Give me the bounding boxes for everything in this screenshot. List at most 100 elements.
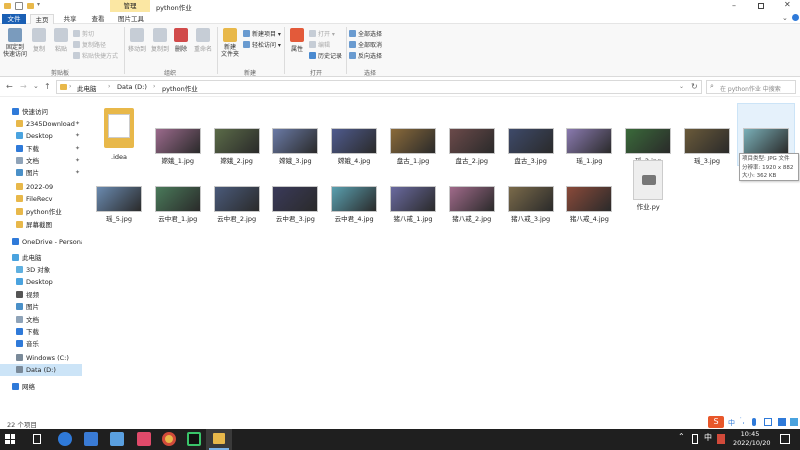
nav-item[interactable]: 图片 — [0, 301, 82, 313]
clock[interactable]: 10:45 2022/10/20 — [733, 430, 770, 448]
microphone-icon[interactable] — [752, 418, 756, 426]
file-item[interactable]: 盘古_3.jpg — [503, 104, 559, 165]
maximize-icon[interactable] — [758, 3, 764, 9]
file-item[interactable]: 瑶_2.jpg — [620, 104, 676, 165]
tab-file[interactable]: 文件 — [2, 14, 26, 24]
up-arrow-icon[interactable]: ↑ — [44, 82, 51, 91]
minimize-icon[interactable]: – — [732, 1, 736, 10]
breadcrumb-data-drive[interactable]: Data (D:) — [117, 83, 147, 91]
collab-app-icon[interactable] — [58, 432, 72, 446]
invert-selection-button[interactable]: 反向选择 — [349, 51, 382, 60]
file-item[interactable]: 瑶_5.jpg — [91, 162, 147, 223]
notification-icon[interactable] — [780, 434, 790, 444]
paste-shortcut-button[interactable]: 粘贴快捷方式 — [73, 51, 118, 60]
ime-skin-icon[interactable] — [778, 418, 786, 426]
tab-share[interactable]: 共享 — [58, 14, 82, 24]
nav-item[interactable]: 视频 — [0, 289, 82, 301]
nav-item[interactable]: Desktop — [0, 276, 82, 288]
select-none-button[interactable]: 全部取消 — [349, 40, 382, 49]
tab-picture-tools[interactable]: 图片工具 — [114, 14, 148, 24]
nav-item[interactable]: 音乐 — [0, 338, 82, 350]
breadcrumb-this-pc[interactable]: 此电脑 — [77, 83, 97, 93]
new-folder-icon[interactable] — [27, 3, 34, 9]
pycharm-icon[interactable] — [187, 432, 201, 446]
search-box[interactable]: ⌕ 在 python作业 中搜索 — [706, 80, 796, 94]
cut-button[interactable]: 剪切 — [73, 29, 94, 38]
copy-to-button[interactable]: 复制到 — [150, 28, 170, 53]
file-item[interactable]: .idea — [91, 104, 147, 161]
nav-item[interactable]: 图片 ✦ — [0, 167, 82, 179]
nav-item[interactable]: 文档 ✦ — [0, 155, 82, 167]
file-item[interactable]: 嫦娥_2.jpg — [209, 104, 265, 165]
checkbox-icon[interactable] — [15, 2, 23, 10]
start-icon[interactable] — [5, 434, 15, 444]
file-item[interactable]: 嫦娥_4.jpg — [326, 104, 382, 165]
task-view-icon[interactable] — [33, 434, 41, 444]
move-to-button[interactable]: 移动到 — [127, 28, 147, 53]
nav-item[interactable]: 2345Download ✦ — [0, 118, 82, 130]
breadcrumb-current-folder[interactable]: python作业 — [162, 83, 198, 93]
nav-item[interactable]: 屏幕截图 — [0, 219, 82, 231]
explorer-taskbar-button[interactable] — [206, 429, 232, 450]
nav-item[interactable]: Windows (C:) — [0, 352, 82, 364]
forward-arrow-icon[interactable]: → — [20, 82, 27, 91]
copy-path-button[interactable]: 复制路径 — [73, 40, 106, 49]
manage-context-tab[interactable]: 管理 — [110, 0, 150, 12]
nav-item[interactable]: Desktop ✦ — [0, 130, 82, 142]
security-app-icon[interactable] — [717, 434, 725, 444]
file-item[interactable]: 云中君_1.jpg — [150, 162, 206, 223]
properties-button[interactable]: 属性 — [287, 28, 307, 53]
music-app-icon[interactable] — [137, 432, 151, 446]
ime-punct-icon[interactable]: ˙, — [739, 417, 745, 425]
back-arrow-icon[interactable]: ← — [6, 82, 13, 91]
close-icon[interactable]: ✕ — [784, 0, 791, 9]
tray-ime-label[interactable]: 中 — [704, 432, 712, 443]
copy-button[interactable]: 复制 — [29, 28, 49, 53]
file-item[interactable]: 云中君_3.jpg — [267, 162, 323, 223]
ime-toolbox-icon[interactable] — [790, 418, 798, 426]
file-item[interactable]: 嫦娥_3.jpg — [267, 104, 323, 165]
easy-access-button[interactable]: 轻松访问 ▾ — [243, 40, 281, 49]
address-field[interactable]: › 此电脑 › Data (D:) › python作业 ⌄ ↻ — [56, 80, 702, 94]
quick-access-dropdown-icon[interactable]: ▾ — [37, 1, 40, 8]
nav-item[interactable]: 此电脑 — [0, 252, 82, 264]
nav-item[interactable]: FileRecv — [0, 193, 82, 205]
file-item[interactable]: 云中君_4.jpg — [326, 162, 382, 223]
file-item[interactable]: 云中君_2.jpg — [209, 162, 265, 223]
tab-home[interactable]: 主页 — [30, 14, 54, 24]
nav-item[interactable]: 文档 — [0, 314, 82, 326]
nav-item[interactable]: 2022-09 — [0, 181, 82, 193]
tab-view[interactable]: 查看 — [86, 14, 110, 24]
file-item[interactable]: 盘古_1.jpg — [385, 104, 441, 165]
open-button[interactable]: 打开 ▾ — [309, 29, 335, 38]
tray-overflow-icon[interactable]: ⌃ — [678, 432, 685, 441]
delete-button[interactable]: 删除 — [172, 28, 190, 53]
ime-language-label[interactable]: 中 — [728, 418, 735, 428]
nav-item[interactable]: 网络 — [0, 381, 82, 393]
file-item[interactable]: 猪八戒_2.jpg — [444, 162, 500, 223]
file-item[interactable]: 猪八戒_3.jpg — [503, 162, 559, 223]
file-item[interactable]: 瑶_1.jpg — [561, 104, 617, 165]
file-item[interactable]: 猪八戒_1.jpg — [385, 162, 441, 223]
refresh-icon[interactable]: ↻ — [691, 82, 698, 91]
sogou-ime-icon[interactable]: S — [708, 416, 724, 428]
nav-item[interactable]: OneDrive - Persona — [0, 236, 82, 248]
file-item[interactable]: 嫦娥_1.jpg — [150, 104, 206, 165]
file-item[interactable]: 瑶_3.jpg — [679, 104, 735, 165]
nav-item[interactable]: 下载 — [0, 326, 82, 338]
rename-button[interactable]: 重命名 — [192, 28, 214, 53]
feishu-icon[interactable] — [84, 432, 98, 446]
keyboard-icon[interactable] — [764, 418, 772, 426]
file-item[interactable]: 作业.py — [620, 160, 676, 211]
ribbon-collapse-icon[interactable]: ⌄ — [782, 14, 788, 22]
pin-quick-access-button[interactable]: 固定到 快速访问 — [3, 28, 27, 58]
history-button[interactable]: 历史记录 — [309, 51, 342, 60]
address-dropdown-icon[interactable]: ⌄ — [679, 83, 684, 90]
new-item-button[interactable]: 新建项目 ▾ — [243, 29, 281, 38]
paste-button[interactable]: 粘贴 — [51, 28, 71, 53]
chrome-icon[interactable] — [162, 432, 176, 446]
recent-dropdown-icon[interactable]: ⌄ — [33, 82, 39, 90]
select-all-button[interactable]: 全部选择 — [349, 29, 382, 38]
nav-item[interactable]: Data (D:) — [0, 364, 82, 376]
nav-item[interactable]: 3D 对象 — [0, 264, 82, 276]
